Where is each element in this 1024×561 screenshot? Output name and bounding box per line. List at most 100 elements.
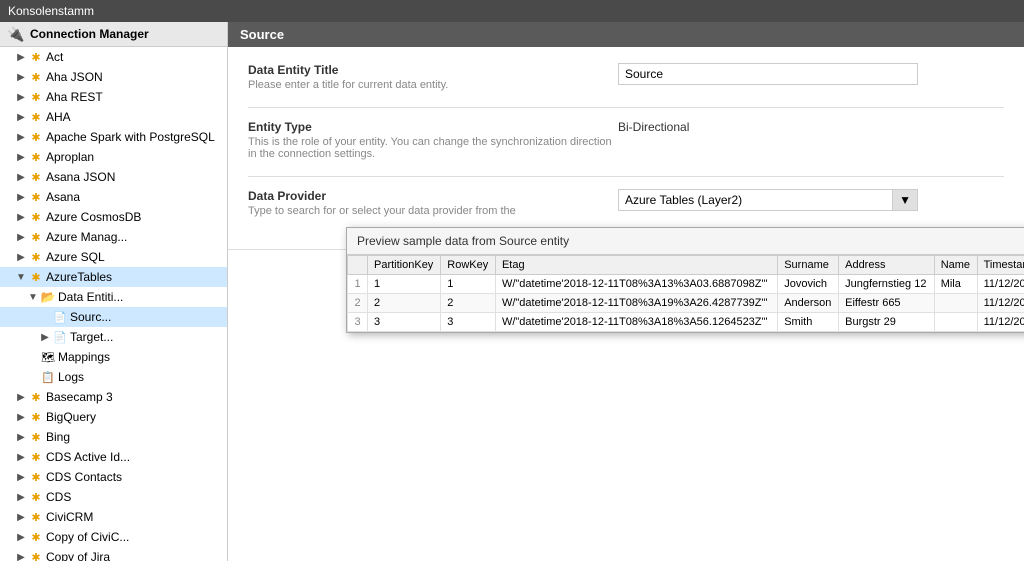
data-provider-select[interactable]: Azure Tables (Layer2) — [619, 190, 892, 210]
expand-icon: ▶ — [16, 112, 26, 122]
folder-icon: 📂 — [40, 289, 56, 305]
target-icon: 📄 — [52, 329, 68, 345]
logs-icon: 📋 — [40, 369, 56, 385]
expand-icon: ▶ — [16, 532, 26, 542]
cell-partition-key: 2 — [368, 294, 441, 313]
sidebar-item-source[interactable]: 📄 Sourc... — [0, 307, 227, 327]
connector-icon: ✱ — [28, 529, 44, 545]
sidebar-item-azure-cosmosdb[interactable]: ▶ ✱ Azure CosmosDB — [0, 207, 227, 227]
cell-row-key: 3 — [441, 313, 496, 332]
expand-icon — [28, 352, 38, 362]
sidebar-item-aha-json[interactable]: ▶ ✱ Aha JSON — [0, 67, 227, 87]
sidebar-item-label: CDS Contacts — [46, 470, 122, 484]
sidebar-item-label: AHA — [46, 110, 71, 124]
form-row-title: Data Entity Title Please enter a title f… — [248, 63, 1004, 91]
col-timestamp: Timestamp — [977, 256, 1024, 275]
sidebar-item-bigquery[interactable]: ▶ ✱ BigQuery — [0, 407, 227, 427]
sidebar-item-data-entities[interactable]: ▼ 📂 Data Entiti... — [0, 287, 227, 307]
expand-icon: ▶ — [16, 412, 26, 422]
sidebar-item-basecamp3[interactable]: ▶ ✱ Basecamp 3 — [0, 387, 227, 407]
data-provider-label: Data Provider — [248, 189, 618, 203]
dropdown-arrow-icon[interactable]: ▼ — [892, 190, 917, 210]
sidebar-item-civicrm[interactable]: ▶ ✱ CiviCRM — [0, 507, 227, 527]
sidebar-item-logs[interactable]: 📋 Logs — [0, 367, 227, 387]
expand-icon: ▶ — [16, 232, 26, 242]
row-num: 1 — [348, 275, 368, 294]
sidebar-item-label: Azure CosmosDB — [46, 210, 141, 224]
row-num: 3 — [348, 313, 368, 332]
sidebar-item-label: Data Entiti... — [58, 290, 123, 304]
sidebar-scroll[interactable]: ▶ ✱ Act ▶ ✱ Aha JSON ▶ ✱ Aha REST ▶ ✱ — [0, 47, 227, 561]
expand-icon: ▶ — [16, 152, 26, 162]
form-area: Data Entity Title Please enter a title f… — [228, 47, 1024, 250]
sidebar-item-label: CDS Active Id... — [46, 450, 130, 464]
cell-etag: W/"datetime'2018-12-11T08%3A18%3A56.1264… — [495, 313, 777, 332]
sidebar-item-label: CiviCRM — [46, 510, 93, 524]
expand-icon: ▶ — [16, 92, 26, 102]
sidebar-item-copy-civic[interactable]: ▶ ✱ Copy of CiviC... — [0, 527, 227, 547]
data-entity-title-input[interactable] — [618, 63, 918, 85]
sidebar-item-cds[interactable]: ▶ ✱ CDS — [0, 487, 227, 507]
sidebar-item-azure-sql[interactable]: ▶ ✱ Azure SQL — [0, 247, 227, 267]
sidebar-item-label: AzureTables — [46, 270, 112, 284]
cell-surname: Smith — [778, 313, 839, 332]
form-input-entity-type: Bi-Directional — [618, 120, 1004, 134]
cell-name: Mila — [934, 275, 977, 294]
expand-icon — [40, 312, 50, 322]
cell-name — [934, 294, 977, 313]
sidebar-item-azure-tables[interactable]: ▼ ✱ AzureTables — [0, 267, 227, 287]
preview-popup: Preview sample data from Source entity P… — [346, 227, 1024, 333]
sidebar-item-mappings[interactable]: 🗺 Mappings — [0, 347, 227, 367]
sidebar-item-asana[interactable]: ▶ ✱ Asana — [0, 187, 227, 207]
form-label-group-entity-type: Entity Type This is the role of your ent… — [248, 120, 618, 160]
sidebar-item-aproplan[interactable]: ▶ ✱ Aproplan — [0, 147, 227, 167]
cell-row-key: 2 — [441, 294, 496, 313]
sidebar-item-label: Copy of CiviC... — [46, 530, 129, 544]
preview-table-wrapper[interactable]: PartitionKey RowKey Etag Surname Address… — [347, 255, 1024, 332]
sidebar-item-apache-spark[interactable]: ▶ ✱ Apache Spark with PostgreSQL — [0, 127, 227, 147]
expand-icon: ▼ — [16, 272, 26, 282]
col-row-key: RowKey — [441, 256, 496, 275]
sidebar-item-asana-json[interactable]: ▶ ✱ Asana JSON — [0, 167, 227, 187]
data-provider-dropdown[interactable]: Azure Tables (Layer2) ▼ — [618, 189, 918, 211]
connector-icon: ✱ — [28, 229, 44, 245]
cell-etag: W/"datetime'2018-12-11T08%3A19%3A26.4287… — [495, 294, 777, 313]
sidebar-item-act[interactable]: ▶ ✱ Act — [0, 47, 227, 67]
sidebar-item-aha[interactable]: ▶ ✱ AHA — [0, 107, 227, 127]
right-panel-header: Source — [228, 22, 1024, 47]
sidebar-item-cds-active[interactable]: ▶ ✱ CDS Active Id... — [0, 447, 227, 467]
form-label-group-data-provider: Data Provider Type to search for or sele… — [248, 189, 618, 217]
sidebar-item-azure-manag[interactable]: ▶ ✱ Azure Manag... — [0, 227, 227, 247]
sidebar-item-bing[interactable]: ▶ ✱ Bing — [0, 427, 227, 447]
sidebar-item-cds-contacts[interactable]: ▶ ✱ CDS Contacts — [0, 467, 227, 487]
cell-name — [934, 313, 977, 332]
expand-icon — [28, 372, 38, 382]
sidebar-item-label: Target... — [70, 330, 113, 344]
sidebar-item-label: Copy of Jira — [46, 550, 110, 561]
sidebar-item-label: Basecamp 3 — [46, 390, 113, 404]
col-partition-key: PartitionKey — [368, 256, 441, 275]
connector-icon: ✱ — [28, 389, 44, 405]
right-panel-title: Source — [240, 27, 284, 42]
connector-icon: ✱ — [28, 89, 44, 105]
connector-icon: ✱ — [28, 489, 44, 505]
preview-table: PartitionKey RowKey Etag Surname Address… — [347, 255, 1024, 332]
sidebar-item-label: Aha REST — [46, 90, 103, 104]
expand-icon: ▶ — [16, 252, 26, 262]
cell-timestamp: 11/12/2018 09:13 — [977, 275, 1024, 294]
expand-icon: ▶ — [16, 52, 26, 62]
sidebar-item-label: CDS — [46, 490, 71, 504]
connector-icon: ✱ — [28, 269, 44, 285]
sidebar-item-label: Aproplan — [46, 150, 94, 164]
table-row: 2 2 2 W/"datetime'2018-12-11T08%3A19%3A2… — [348, 294, 1024, 313]
col-num — [348, 256, 368, 275]
expand-icon: ▶ — [40, 332, 50, 342]
sidebar-header: 🔌 Connection Manager — [0, 22, 227, 47]
connector-icon: ✱ — [28, 69, 44, 85]
connector-icon: ✱ — [28, 129, 44, 145]
sidebar-item-copy-jira[interactable]: ▶ ✱ Copy of Jira — [0, 547, 227, 561]
sidebar-item-aha-rest[interactable]: ▶ ✱ Aha REST — [0, 87, 227, 107]
sidebar-item-target[interactable]: ▶ 📄 Target... — [0, 327, 227, 347]
expand-icon: ▼ — [28, 292, 38, 302]
sidebar-item-label: Asana JSON — [46, 170, 115, 184]
